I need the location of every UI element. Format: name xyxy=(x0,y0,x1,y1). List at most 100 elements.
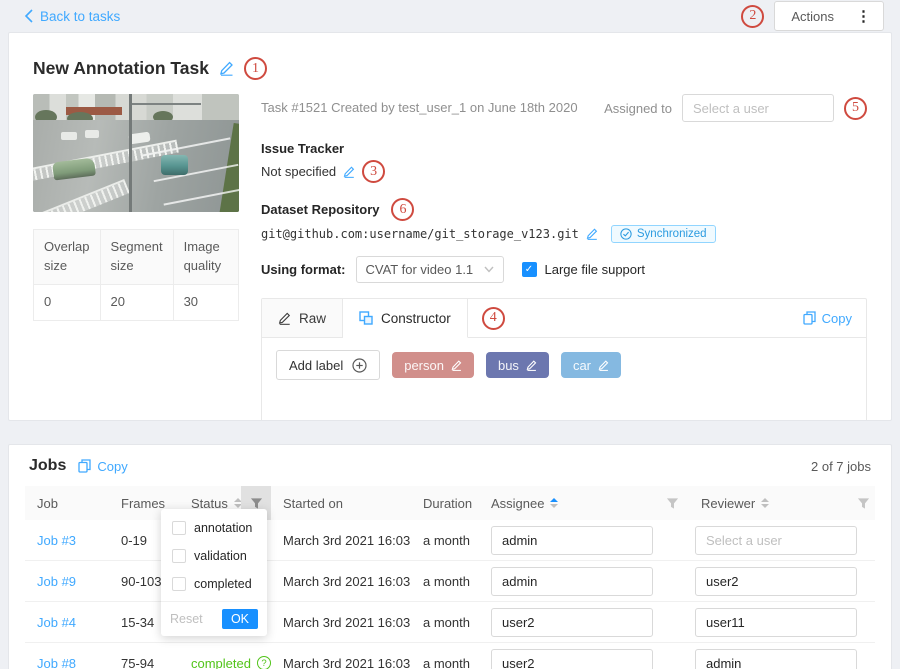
param-header-quality: Image quality xyxy=(174,230,238,285)
assignee-input[interactable] xyxy=(491,608,653,637)
task-preview-image xyxy=(33,94,239,212)
filter-icon-reviewer[interactable] xyxy=(851,486,875,520)
task-title: New Annotation Task xyxy=(33,58,209,79)
checkbox-unchecked-icon[interactable] xyxy=(172,577,186,591)
label-chip-bus[interactable]: bus xyxy=(486,352,549,378)
more-vertical-icon: ⋮ xyxy=(856,7,871,25)
job-started: March 3rd 2021 16:03 xyxy=(271,574,411,589)
edit-issue-tracker-icon[interactable] xyxy=(343,166,355,178)
status-filter-dropdown: annotation validation completed Reset OK xyxy=(161,509,267,636)
job-duration: a month xyxy=(411,615,479,630)
label-chip-person[interactable]: person xyxy=(392,352,474,378)
back-to-tasks-link[interactable]: Back to tasks xyxy=(24,9,120,24)
reviewer-input[interactable] xyxy=(695,567,857,596)
help-circle-icon[interactable]: ? xyxy=(257,656,271,669)
col-header-reviewer[interactable]: Reviewer xyxy=(689,486,851,520)
chevron-left-icon xyxy=(24,9,33,23)
repository-url[interactable]: git@github.com:username/git_storage_v123… xyxy=(261,227,579,241)
annotation-circle-3: 3 xyxy=(362,160,385,183)
assignee-input[interactable] xyxy=(491,526,653,555)
task-params-table: Overlap size Segment size Image quality … xyxy=(33,229,239,321)
col-header-started[interactable]: Started on xyxy=(271,486,411,520)
edit-title-icon[interactable] xyxy=(219,61,234,76)
actions-button-label: Actions xyxy=(791,9,834,24)
col-header-duration[interactable]: Duration xyxy=(411,486,479,520)
job-status-completed: completed ? xyxy=(191,656,271,669)
filter-option-validation-label: validation xyxy=(194,549,247,563)
format-select-value: CVAT for video 1.1 xyxy=(366,262,474,277)
reviewer-input[interactable] xyxy=(695,526,857,555)
job-started: March 3rd 2021 16:03 xyxy=(271,656,411,669)
sync-status-badge: Synchronized xyxy=(611,225,716,243)
chevron-down-icon xyxy=(484,266,494,273)
copy-icon xyxy=(78,459,91,473)
label-chip-car[interactable]: car xyxy=(561,352,621,378)
assigned-to-label: Assigned to xyxy=(604,101,672,116)
filter-option-validation[interactable]: validation xyxy=(161,542,267,570)
copy-labels-link[interactable]: Copy xyxy=(803,311,852,326)
job-link[interactable]: Job #3 xyxy=(37,533,76,548)
assignee-input[interactable] xyxy=(491,567,653,596)
param-header-segment: Segment size xyxy=(101,230,174,285)
pencil-icon[interactable] xyxy=(451,360,462,371)
job-row-9: Job #9 90-103 March 3rd 2021 16:03 a mon… xyxy=(25,561,875,602)
param-value-overlap: 0 xyxy=(34,285,101,320)
sync-badge-label: Synchronized xyxy=(637,228,707,240)
copy-jobs-label: Copy xyxy=(97,459,127,474)
annotation-circle-4: 4 xyxy=(482,307,505,330)
reviewer-input[interactable] xyxy=(695,649,857,669)
annotation-circle-5: 5 xyxy=(844,97,867,120)
thumb-teal-van xyxy=(161,155,188,175)
tab-raw[interactable]: Raw xyxy=(262,299,343,337)
param-value-segment: 20 xyxy=(101,285,174,320)
tab-raw-label: Raw xyxy=(299,311,326,326)
job-link[interactable]: Job #9 xyxy=(37,574,76,589)
reviewer-input[interactable] xyxy=(695,608,857,637)
sort-icon-reviewer[interactable] xyxy=(761,498,769,508)
thumb-pole xyxy=(129,94,132,212)
tab-constructor[interactable]: Constructor xyxy=(343,299,468,338)
block-icon xyxy=(359,311,373,325)
assignee-input[interactable] xyxy=(491,649,653,669)
annotation-circle-2: 2 xyxy=(741,5,764,28)
pencil-icon[interactable] xyxy=(598,360,609,371)
jobs-card: Jobs Copy 2 of 7 jobs Job Frames Status … xyxy=(8,444,892,669)
checkbox-unchecked-icon[interactable] xyxy=(172,521,186,535)
job-row-3: Job #3 0-19 March 3rd 2021 16:03 a month xyxy=(25,520,875,561)
labels-tabs-card: Raw Constructor 4 xyxy=(261,298,867,421)
filter-reset-button[interactable]: Reset xyxy=(170,612,203,626)
format-select[interactable]: CVAT for video 1.1 xyxy=(356,256,504,283)
add-label-button-label: Add label xyxy=(289,358,343,373)
pencil-icon[interactable] xyxy=(526,360,537,371)
using-format-label: Using format: xyxy=(261,262,346,277)
filter-option-annotation-label: annotation xyxy=(194,521,252,535)
job-link[interactable]: Job #8 xyxy=(37,656,76,669)
plus-circle-icon xyxy=(352,358,367,373)
filter-option-completed[interactable]: completed xyxy=(161,570,267,598)
actions-button[interactable]: Actions ⋮ xyxy=(774,1,884,31)
filter-icon-assignee[interactable] xyxy=(655,486,689,520)
job-row-8: Job #8 75-94 completed ? March 3rd 2021 … xyxy=(25,643,875,669)
job-started: March 3rd 2021 16:03 xyxy=(271,533,411,548)
add-label-button[interactable]: Add label xyxy=(276,350,380,380)
job-duration: a month xyxy=(411,533,479,548)
annotation-circle-1: 1 xyxy=(244,57,267,80)
col-header-assignee[interactable]: Assignee xyxy=(479,486,655,520)
edit-repository-icon[interactable] xyxy=(586,228,598,240)
job-duration: a month xyxy=(411,574,479,589)
issue-tracker-value: Not specified xyxy=(261,164,336,179)
copy-jobs-link[interactable]: Copy xyxy=(78,459,127,474)
large-file-support-checkbox[interactable]: ✓ Large file support xyxy=(522,262,645,277)
col-header-job[interactable]: Job xyxy=(25,486,109,520)
filter-ok-button[interactable]: OK xyxy=(222,609,258,629)
checkbox-unchecked-icon[interactable] xyxy=(172,549,186,563)
label-chip-person-name: person xyxy=(404,358,444,373)
dataset-repository-label: Dataset Repository xyxy=(261,202,379,217)
jobs-count: 2 of 7 jobs xyxy=(811,459,871,474)
assigned-to-input[interactable] xyxy=(682,94,834,122)
task-details-card: New Annotation Task 1 xyxy=(8,32,892,421)
sort-icon-assignee[interactable] xyxy=(550,498,558,508)
filter-option-annotation[interactable]: annotation xyxy=(161,514,267,542)
job-started: March 3rd 2021 16:03 xyxy=(271,615,411,630)
job-link[interactable]: Job #4 xyxy=(37,615,76,630)
